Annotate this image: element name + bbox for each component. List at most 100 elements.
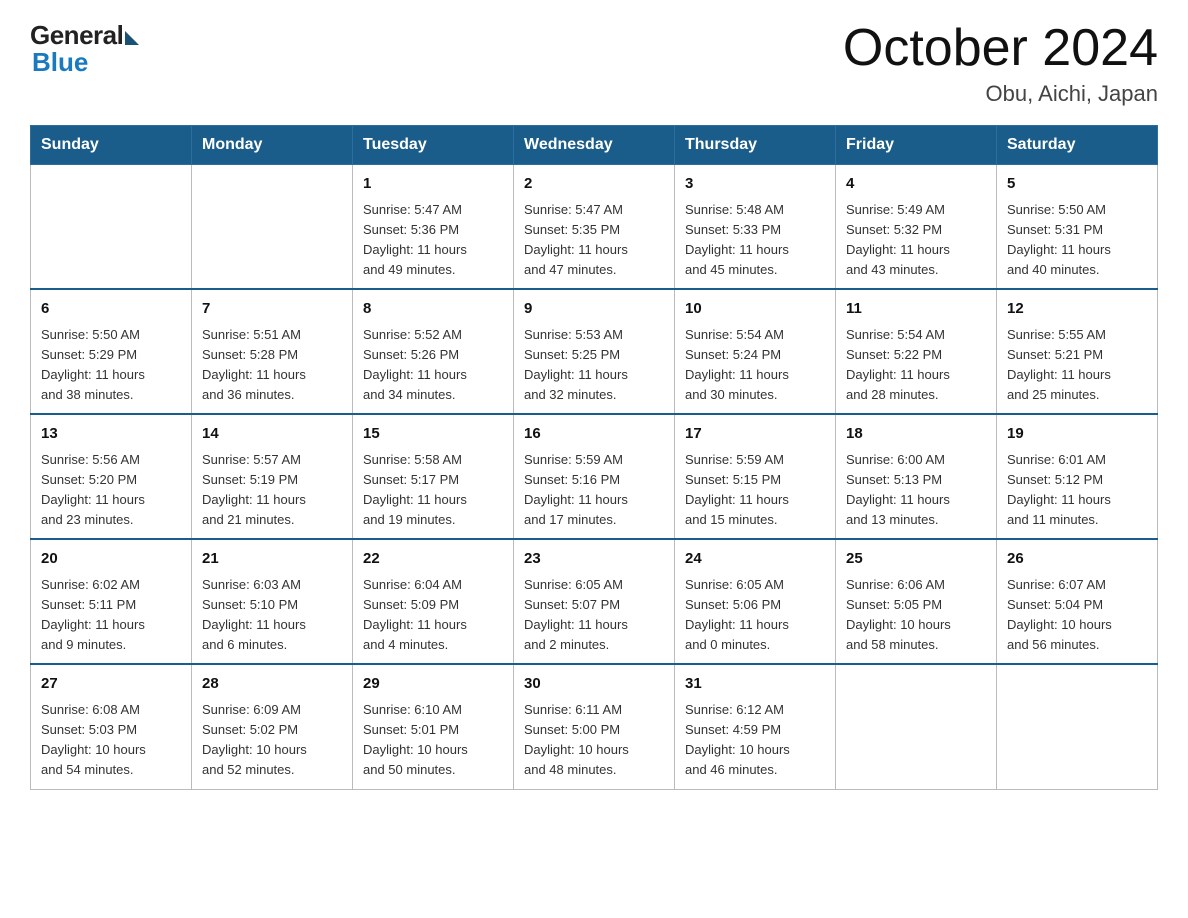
location-text: Obu, Aichi, Japan	[843, 81, 1158, 107]
logo-arrow-icon	[125, 31, 139, 45]
day-info: Sunrise: 6:11 AMSunset: 5:00 PMDaylight:…	[524, 700, 664, 781]
calendar-cell: 6 Sunrise: 5:50 AMSunset: 5:29 PMDaylight…	[31, 289, 192, 414]
day-info: Sunrise: 5:59 AMSunset: 5:16 PMDaylight:…	[524, 450, 664, 531]
calendar-cell: 20 Sunrise: 6:02 AMSunset: 5:11 PMDayligh…	[31, 539, 192, 664]
day-info: Sunrise: 5:54 AMSunset: 5:24 PMDaylight:…	[685, 325, 825, 406]
calendar-cell: 14Sunrise: 5:57 AMSunset: 5:19 PMDayligh…	[192, 414, 353, 539]
calendar-cell: 17 Sunrise: 5:59 AMSunset: 5:15 PMDayligh…	[675, 414, 836, 539]
calendar-cell: 31 Sunrise: 6:12 AMSunset: 4:59 PMDayligh…	[675, 664, 836, 789]
day-info: Sunrise: 6:12 AMSunset: 4:59 PMDaylight:…	[685, 700, 825, 781]
calendar-cell: 13Sunrise: 5:56 AMSunset: 5:20 PMDayligh…	[31, 414, 192, 539]
weekday-header-saturday: Saturday	[997, 126, 1158, 165]
weekday-header-wednesday: Wednesday	[514, 126, 675, 165]
day-number: 6	[41, 298, 181, 321]
day-number: 28	[202, 673, 342, 696]
page-header: General Blue October 2024 Obu, Aichi, Ja…	[30, 20, 1158, 107]
day-number: 9	[524, 298, 664, 321]
day-info: Sunrise: 5:54 AMSunset: 5:22 PMDaylight:…	[846, 325, 986, 406]
calendar-cell: 10 Sunrise: 5:54 AMSunset: 5:24 PMDayligh…	[675, 289, 836, 414]
day-number: 10	[685, 298, 825, 321]
day-number: 14	[202, 423, 342, 446]
day-number: 20	[41, 548, 181, 571]
calendar-cell: 15Sunrise: 5:58 AMSunset: 5:17 PMDayligh…	[353, 414, 514, 539]
calendar-cell: 26 Sunrise: 6:07 AMSunset: 5:04 PMDayligh…	[997, 539, 1158, 664]
day-number: 11	[846, 298, 986, 321]
calendar-cell: 19Sunrise: 6:01 AMSunset: 5:12 PMDayligh…	[997, 414, 1158, 539]
calendar-cell: 3Sunrise: 5:48 AMSunset: 5:33 PMDaylight…	[675, 165, 836, 290]
calendar-cell: 2Sunrise: 5:47 AMSunset: 5:35 PMDaylight…	[514, 165, 675, 290]
calendar-cell: 27 Sunrise: 6:08 AMSunset: 5:03 PMDayligh…	[31, 664, 192, 789]
day-info: Sunrise: 5:47 AMSunset: 5:35 PMDaylight:…	[524, 200, 664, 281]
calendar-week-row: 13Sunrise: 5:56 AMSunset: 5:20 PMDayligh…	[31, 414, 1158, 539]
day-info: Sunrise: 5:50 AMSunset: 5:31 PMDaylight:…	[1007, 200, 1147, 281]
calendar-cell: 5 Sunrise: 5:50 AMSunset: 5:31 PMDaylight…	[997, 165, 1158, 290]
day-info: Sunrise: 5:49 AMSunset: 5:32 PMDaylight:…	[846, 200, 986, 281]
day-info: Sunrise: 6:09 AMSunset: 5:02 PMDaylight:…	[202, 700, 342, 781]
day-info: Sunrise: 6:03 AMSunset: 5:10 PMDaylight:…	[202, 575, 342, 656]
calendar-cell: 8 Sunrise: 5:52 AMSunset: 5:26 PMDaylight…	[353, 289, 514, 414]
calendar-week-row: 27 Sunrise: 6:08 AMSunset: 5:03 PMDayligh…	[31, 664, 1158, 789]
calendar-cell: 23 Sunrise: 6:05 AMSunset: 5:07 PMDayligh…	[514, 539, 675, 664]
calendar-cell	[997, 664, 1158, 789]
month-title: October 2024	[843, 20, 1158, 77]
calendar-cell: 12Sunrise: 5:55 AMSunset: 5:21 PMDayligh…	[997, 289, 1158, 414]
calendar-table: SundayMondayTuesdayWednesdayThursdayFrid…	[30, 125, 1158, 789]
day-info: Sunrise: 5:53 AMSunset: 5:25 PMDaylight:…	[524, 325, 664, 406]
day-info: Sunrise: 6:05 AMSunset: 5:07 PMDaylight:…	[524, 575, 664, 656]
calendar-cell: 21 Sunrise: 6:03 AMSunset: 5:10 PMDayligh…	[192, 539, 353, 664]
day-info: Sunrise: 6:00 AMSunset: 5:13 PMDaylight:…	[846, 450, 986, 531]
calendar-cell: 22 Sunrise: 6:04 AMSunset: 5:09 PMDayligh…	[353, 539, 514, 664]
day-number: 23	[524, 548, 664, 571]
day-info: Sunrise: 5:59 AMSunset: 5:15 PMDaylight:…	[685, 450, 825, 531]
day-info: Sunrise: 5:56 AMSunset: 5:20 PMDaylight:…	[41, 450, 181, 531]
title-section: October 2024 Obu, Aichi, Japan	[843, 20, 1158, 107]
weekday-header-friday: Friday	[836, 126, 997, 165]
calendar-week-row: 6 Sunrise: 5:50 AMSunset: 5:29 PMDaylight…	[31, 289, 1158, 414]
day-info: Sunrise: 6:07 AMSunset: 5:04 PMDaylight:…	[1007, 575, 1147, 656]
calendar-header-row: SundayMondayTuesdayWednesdayThursdayFrid…	[31, 126, 1158, 165]
logo: General Blue	[30, 20, 139, 78]
weekday-header-sunday: Sunday	[31, 126, 192, 165]
day-number: 21	[202, 548, 342, 571]
calendar-cell	[836, 664, 997, 789]
weekday-header-monday: Monday	[192, 126, 353, 165]
weekday-header-tuesday: Tuesday	[353, 126, 514, 165]
day-number: 30	[524, 673, 664, 696]
day-info: Sunrise: 5:47 AMSunset: 5:36 PMDaylight:…	[363, 200, 503, 281]
day-info: Sunrise: 6:08 AMSunset: 5:03 PMDaylight:…	[41, 700, 181, 781]
day-number: 1	[363, 173, 503, 196]
day-number: 16	[524, 423, 664, 446]
calendar-cell: 9 Sunrise: 5:53 AMSunset: 5:25 PMDaylight…	[514, 289, 675, 414]
day-info: Sunrise: 6:06 AMSunset: 5:05 PMDaylight:…	[846, 575, 986, 656]
weekday-header-thursday: Thursday	[675, 126, 836, 165]
day-info: Sunrise: 6:02 AMSunset: 5:11 PMDaylight:…	[41, 575, 181, 656]
day-number: 3	[685, 173, 825, 196]
day-number: 8	[363, 298, 503, 321]
calendar-cell: 18 Sunrise: 6:00 AMSunset: 5:13 PMDayligh…	[836, 414, 997, 539]
calendar-week-row: 20 Sunrise: 6:02 AMSunset: 5:11 PMDayligh…	[31, 539, 1158, 664]
day-number: 17	[685, 423, 825, 446]
day-info: Sunrise: 6:04 AMSunset: 5:09 PMDaylight:…	[363, 575, 503, 656]
day-number: 18	[846, 423, 986, 446]
day-info: Sunrise: 5:50 AMSunset: 5:29 PMDaylight:…	[41, 325, 181, 406]
day-number: 26	[1007, 548, 1147, 571]
calendar-cell	[192, 165, 353, 290]
day-number: 5	[1007, 173, 1147, 196]
day-info: Sunrise: 5:51 AMSunset: 5:28 PMDaylight:…	[202, 325, 342, 406]
day-number: 31	[685, 673, 825, 696]
calendar-cell: 25 Sunrise: 6:06 AMSunset: 5:05 PMDayligh…	[836, 539, 997, 664]
day-info: Sunrise: 6:05 AMSunset: 5:06 PMDaylight:…	[685, 575, 825, 656]
calendar-cell: 24 Sunrise: 6:05 AMSunset: 5:06 PMDayligh…	[675, 539, 836, 664]
calendar-cell: 29Sunrise: 6:10 AMSunset: 5:01 PMDayligh…	[353, 664, 514, 789]
day-number: 24	[685, 548, 825, 571]
day-info: Sunrise: 5:52 AMSunset: 5:26 PMDaylight:…	[363, 325, 503, 406]
day-number: 7	[202, 298, 342, 321]
calendar-cell: 28 Sunrise: 6:09 AMSunset: 5:02 PMDayligh…	[192, 664, 353, 789]
day-number: 22	[363, 548, 503, 571]
calendar-cell: 4Sunrise: 5:49 AMSunset: 5:32 PMDaylight…	[836, 165, 997, 290]
day-number: 12	[1007, 298, 1147, 321]
logo-blue-text: Blue	[32, 47, 88, 78]
day-number: 25	[846, 548, 986, 571]
day-number: 27	[41, 673, 181, 696]
calendar-cell: 11 Sunrise: 5:54 AMSunset: 5:22 PMDayligh…	[836, 289, 997, 414]
